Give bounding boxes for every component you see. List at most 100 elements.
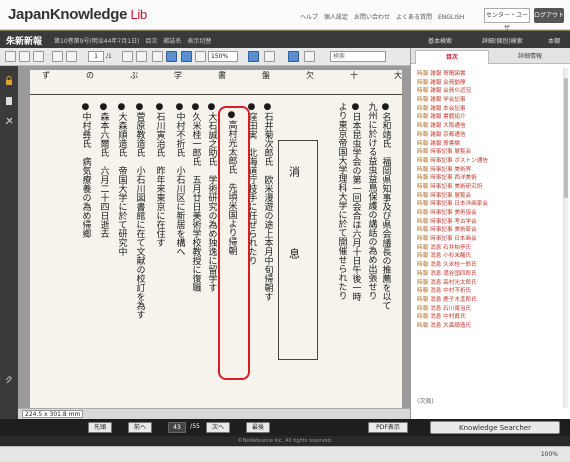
select-tool-icon[interactable] [136,51,147,62]
panel-scrollbar[interactable] [563,68,568,408]
toc-list-item[interactable]: 時報 消息 鹿子木孟郎氏 [417,296,563,305]
toc-list-item[interactable]: 時報 消息 石川寅治氏 [417,305,563,314]
toc-list-item[interactable]: 時報 消息 久米桂一郎氏 [417,261,563,270]
fullscreen-icon[interactable] [304,51,315,62]
toc-list-item[interactable]: 時報 時事記事 展覧会 [417,192,563,201]
doc-column: ●大森順造氏 帝国大学に於て研究中 [116,102,127,256]
toc-item-label: 消息 久米桂一郎氏 [430,262,477,269]
attachment-icon[interactable] [4,376,14,386]
toc-item-category: 時報 [417,201,429,208]
toc-item-category: 時報 [417,97,429,104]
toc-list-item[interactable]: 時報 時事記事 考古学会 [417,218,563,227]
toc-item-category: 時報 [417,71,429,77]
horizontal-scrollbar[interactable]: 224.5 x 301.8 mm [18,408,410,419]
next-page-button[interactable]: 次へ [206,422,230,433]
doc-column: ●中村彝氏 病気療養の為め帰郷 [80,102,91,238]
knowledge-searcher-button[interactable]: Knowledge Searcher [430,421,560,434]
logo-lib: Lib [127,7,147,22]
tab-detail[interactable]: 詳細情報 [493,50,567,64]
user-label[interactable]: センター・ユーザ [484,8,530,32]
page-number-input[interactable]: 1 [88,51,104,62]
prev-page-icon[interactable] [66,51,77,62]
layout-icon[interactable] [288,51,299,62]
toc-item-category: 時報 [417,105,429,112]
first-page-icon[interactable] [52,51,63,62]
top-links[interactable]: ヘルプ 個人設定 お問い合わせ よくある質問 ENGLISH [300,12,464,21]
toc-list-item[interactable]: 時報 雑報 会員動静 [417,79,563,88]
toc-item-category: 時報 [417,288,429,295]
toc-item-label: 雑報 京都通信 [430,131,466,138]
toc-item-category: 時報 [417,192,429,199]
current-page-input[interactable]: 43 [168,422,186,433]
logout-button[interactable]: ログアウト [534,8,564,23]
toc-list-item[interactable]: 時報 雑報 本会記事 [417,105,563,114]
toc-item-category: 時報 [417,131,429,138]
last-page-button[interactable]: 最後 [246,422,270,433]
toc-list-item[interactable]: 時報 時事記事 美術界 [417,166,563,175]
toc-item-label: 時事記事 ボストン通信 [430,157,488,164]
toc-list-item[interactable]: 時報 消息 小杉未醒氏 [417,252,563,261]
zoom-out-icon[interactable] [152,51,163,62]
pdf-view-button[interactable]: PDF表示 [368,422,408,433]
zoom-level[interactable]: 100% [541,451,558,458]
toc-list-item[interactable]: 時報 雑報 会員の近況 [417,87,563,96]
toc-item-label: 時事記事 西洋美術 [430,175,477,182]
bottom-navigation: 先頭 前へ 43 /55 次へ 最後 PDF表示 Knowledge Searc… [0,419,570,436]
fit-page-icon[interactable] [181,51,192,62]
toc-list-item[interactable]: 時報 雑報 学会記事 [417,96,563,105]
zoom-in-icon[interactable] [166,51,177,62]
print-icon[interactable] [5,51,16,62]
save-icon[interactable] [19,51,30,62]
tab-toc[interactable]: 目次 [415,50,489,64]
doc-column: ●中村不折氏 小石川区に新居を構へ [174,102,185,256]
toc-list-item[interactable]: 時報 雑報 書籍紹介 [417,113,563,122]
document-viewer[interactable]: ず の ぶ 学 書 盤 欠 十 大 ●名和靖氏 福岡県知事及び県会議長の推薦を以… [18,66,410,408]
basic-search-link[interactable]: 基本検索 [428,36,452,45]
doc-column: 九州に於ける益虫益鳥保護の講話の為め出張せり [366,102,377,300]
toc-next-link[interactable]: (次頁) [417,396,434,405]
toc-list-item[interactable]: 時報 時事記事 日本洋画家会 [417,200,563,209]
toc-list-item[interactable]: 時報 消息 石井柏亭氏 [417,244,563,253]
toc-list-item[interactable]: 時報 消息 満谷国四郎氏 [417,270,563,279]
right-panel: 目次 詳細情報 時報 雑報 寄贈図書 時報 雑報 会員動静 時報 雑報 会員の近況 時報 雑報… [410,48,570,419]
toc-item-label: 消息 小杉未醒氏 [430,253,472,260]
email-icon[interactable] [33,51,44,62]
toc-item-category: 時報 [417,123,429,130]
viewer-toolbar: 1 /1 150% 検索 [0,48,410,66]
toc-list-item[interactable]: 時報 消息 中村不折氏 [417,287,563,296]
lock-icon[interactable] [4,76,14,86]
toc-list-item[interactable]: 時報 時事記事 美術協会 [417,209,563,218]
toc-item-category: 時報 [417,279,429,286]
tools-icon[interactable] [4,116,14,126]
toc-item-category: 時報 [417,149,429,156]
prev-page-button[interactable]: 前へ [128,422,152,433]
toc-list-item[interactable]: 時報 時事記事 美術研究所 [417,183,563,192]
toc-list-item[interactable]: 時報 時事記事 ボストン通信 [417,157,563,166]
bookshelf-link[interactable]: 本棚 [548,36,560,45]
copyright-text: ©NetAdvance Inc. All rights reserved. [0,436,570,446]
toc-list-item[interactable]: 時報 雑報 大阪通信 [417,122,563,131]
first-page-button[interactable]: 先頭 [88,422,112,433]
toc-item-label: 雑報 書籍紹介 [430,114,466,121]
toc-list-item[interactable]: 時報 消息 大森順造氏 [417,322,563,331]
toc-list-item[interactable]: 時報 時事記事 美術家会 [417,226,563,235]
logo[interactable]: JapanKnowledge Lib [8,6,147,23]
page-icon[interactable] [4,96,14,106]
hand-tool-icon[interactable] [122,51,133,62]
toc-list-item[interactable]: 時報 消息 中村彝氏 [417,313,563,322]
toc-list-item[interactable]: 時報 時事記事 日本画会 [417,235,563,244]
pen-icon[interactable] [248,51,259,62]
rotate-icon[interactable] [195,51,206,62]
detail-search-link[interactable]: 詳細(個別)検索 [482,36,523,45]
annotate-icon[interactable] [264,51,275,62]
toc-list-item[interactable]: 時報 雑報 寄贈図書 [417,70,563,79]
toc-list-item[interactable]: 時報 雑報 京都通信 [417,131,563,140]
zoom-select[interactable]: 150% [208,51,238,62]
document-search-input[interactable]: 検索 [330,51,386,62]
toc-list-item[interactable]: 時報 時事記事 展覧会 [417,148,563,157]
toc-list-item[interactable]: 時報 時事記事 西洋美術 [417,174,563,183]
doc-column: ●大石誠之助氏 学術研究の為め独逸に留学す [206,102,217,292]
doc-column: ●石川寅治氏 昨年来東京に在住す [154,102,165,247]
toc-list-item[interactable]: 時報 消息 高村光太郎氏 [417,279,563,288]
toc-list-item[interactable]: 時報 雑報 寄書欄 [417,140,563,149]
